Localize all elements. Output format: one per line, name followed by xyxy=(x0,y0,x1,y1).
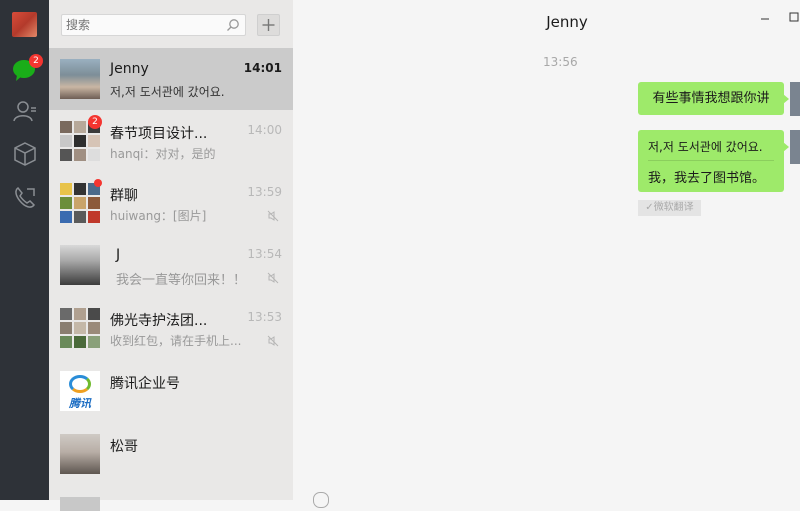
chat-icon[interactable]: 2 xyxy=(12,54,43,83)
mute-icon xyxy=(267,335,279,347)
search-box[interactable] xyxy=(61,14,246,36)
conversation-item[interactable]: Jenny 저,저 도서관에 갔어요. 14:01 xyxy=(49,48,293,110)
conversation-name: 群聊 xyxy=(110,188,138,204)
original-text: 저,저 도서관에 갔어요. xyxy=(648,140,763,154)
self-avatar[interactable] xyxy=(790,130,800,164)
contact-avatar xyxy=(60,59,100,99)
conversation-name: 腾讯企业号 xyxy=(110,376,180,392)
self-avatar[interactable] xyxy=(790,82,800,116)
add-chat-button[interactable] xyxy=(257,14,280,36)
chat-unread-badge: 2 xyxy=(29,54,43,68)
conversation-name: J xyxy=(116,247,121,263)
conversation-item[interactable]: 2 春节项目设计... hanqi：对对，是的 14:00 xyxy=(49,110,293,172)
check-icon: ✓ xyxy=(645,202,654,213)
nav-rail: 2 xyxy=(0,0,49,500)
divider xyxy=(648,160,774,161)
contact-avatar xyxy=(60,497,100,511)
conversation-preview: 我会一直等你回来！！ xyxy=(116,273,247,288)
contact-avatar xyxy=(60,245,100,285)
message-timestamp: 13:56 xyxy=(543,55,578,69)
conversation-name: 松哥 xyxy=(110,439,138,455)
group-avatar xyxy=(60,308,100,348)
favorites-icon[interactable] xyxy=(12,141,38,167)
contact-avatar xyxy=(60,434,100,474)
user-avatar[interactable] xyxy=(12,12,37,37)
chat-panel: Jenny 13:56 有些事情我想跟你讲 저,저 도서관에 갔어요. 我，我去… xyxy=(293,0,800,508)
unread-dot xyxy=(94,179,102,187)
mute-icon xyxy=(267,272,279,284)
conversation-list: Jenny 저,저 도서관에 갔어요. 14:01 2 春节项目设计... ha… xyxy=(49,0,293,511)
unread-badge: 2 xyxy=(88,115,102,129)
message-bubble[interactable]: 有些事情我想跟你讲 xyxy=(638,82,789,115)
plus-icon xyxy=(262,19,275,31)
emoji-icon[interactable] xyxy=(313,492,329,508)
maximize-icon[interactable] xyxy=(787,10,800,24)
conversation-preview: hanqi：对对，是的 xyxy=(110,147,216,161)
search-input[interactable] xyxy=(66,17,216,33)
translate-tag: ✓微软翻译 xyxy=(638,200,701,216)
conversation-name: Jenny xyxy=(110,61,149,77)
conversation-name: 春节项目设计... xyxy=(110,126,208,142)
conversation-time: 13:59 xyxy=(247,185,282,199)
chat-title: Jenny xyxy=(546,13,588,31)
conversation-item[interactable] xyxy=(49,486,293,511)
tencent-logo: 腾讯 xyxy=(60,371,100,411)
search-icon[interactable] xyxy=(226,18,240,32)
minimize-icon[interactable] xyxy=(758,10,772,24)
conversation-item[interactable]: 松哥 xyxy=(49,423,293,485)
mute-icon xyxy=(267,210,279,222)
translated-text: 我，我去了图书馆。 xyxy=(648,171,766,186)
translated-message-bubble[interactable]: 저,저 도서관에 갔어요. 我，我去了图书馆。 xyxy=(638,130,789,192)
conversation-time: 13:53 xyxy=(247,310,282,324)
conversation-item[interactable]: 佛光寺护法团... 收到红包，请在手机上... 13:53 xyxy=(49,297,293,359)
conversation-time: 14:00 xyxy=(247,123,282,137)
conversation-item[interactable]: 群聊 huiwang：[图片] 13:59 xyxy=(49,172,293,234)
conversation-preview: 저,저 도서관에 갔어요. xyxy=(110,85,225,99)
conversation-time: 13:54 xyxy=(247,247,282,261)
conversation-time: 14:01 xyxy=(243,61,282,75)
conversation-item[interactable]: 腾讯 腾讯企业号 xyxy=(49,360,293,422)
conversation-item[interactable]: J 我会一直等你回来！！ 13:54 xyxy=(49,234,293,296)
contacts-icon[interactable] xyxy=(12,98,38,124)
group-avatar xyxy=(60,183,100,223)
conversation-preview: 收到红包，请在手机上... xyxy=(110,334,242,348)
phone-icon[interactable] xyxy=(12,185,38,211)
conversation-preview: huiwang：[图片] xyxy=(110,209,207,223)
conversation-name: 佛光寺护法团... xyxy=(110,313,208,329)
wechat-window: 2 Jenny 저,저 도서관에 갔어요. 14:01 xyxy=(0,0,800,511)
